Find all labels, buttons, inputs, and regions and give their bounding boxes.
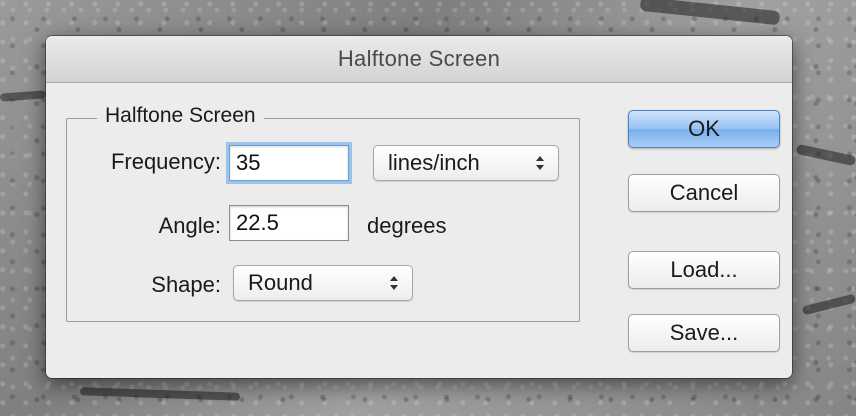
frequency-input[interactable]: 35 [229, 145, 349, 181]
ok-button[interactable]: OK [628, 110, 780, 148]
save-button[interactable]: Save... [628, 314, 780, 352]
dialog-title: Halftone Screen [337, 46, 501, 71]
up-down-chevron-icon [388, 272, 400, 294]
frequency-unit-value: lines/inch [388, 150, 480, 175]
angle-input[interactable]: 22.5 [229, 205, 349, 241]
background-streak [795, 143, 856, 167]
background-streak [801, 293, 856, 316]
halftone-screen-dialog: Halftone Screen Halftone Screen Frequenc… [46, 36, 792, 378]
load-button[interactable]: Load... [628, 251, 780, 289]
dialog-titlebar[interactable]: Halftone Screen [46, 36, 792, 83]
shape-label: Shape: [151, 272, 221, 297]
angle-unit-label: degrees [367, 213, 447, 238]
halftone-screen-group: Halftone Screen Frequency: 35 lines/inch… [66, 104, 580, 322]
shape-value: Round [248, 270, 313, 295]
frequency-unit-select[interactable]: lines/inch [373, 145, 559, 181]
background-streak [79, 387, 241, 401]
background-streak [639, 0, 781, 26]
group-legend: Halftone Screen [97, 104, 264, 128]
cancel-button[interactable]: Cancel [628, 174, 780, 212]
angle-label: Angle: [158, 213, 221, 238]
background-streak [0, 90, 47, 102]
frequency-label: Frequency: [110, 149, 221, 174]
up-down-chevron-icon [534, 152, 546, 174]
shape-select[interactable]: Round [233, 265, 413, 301]
